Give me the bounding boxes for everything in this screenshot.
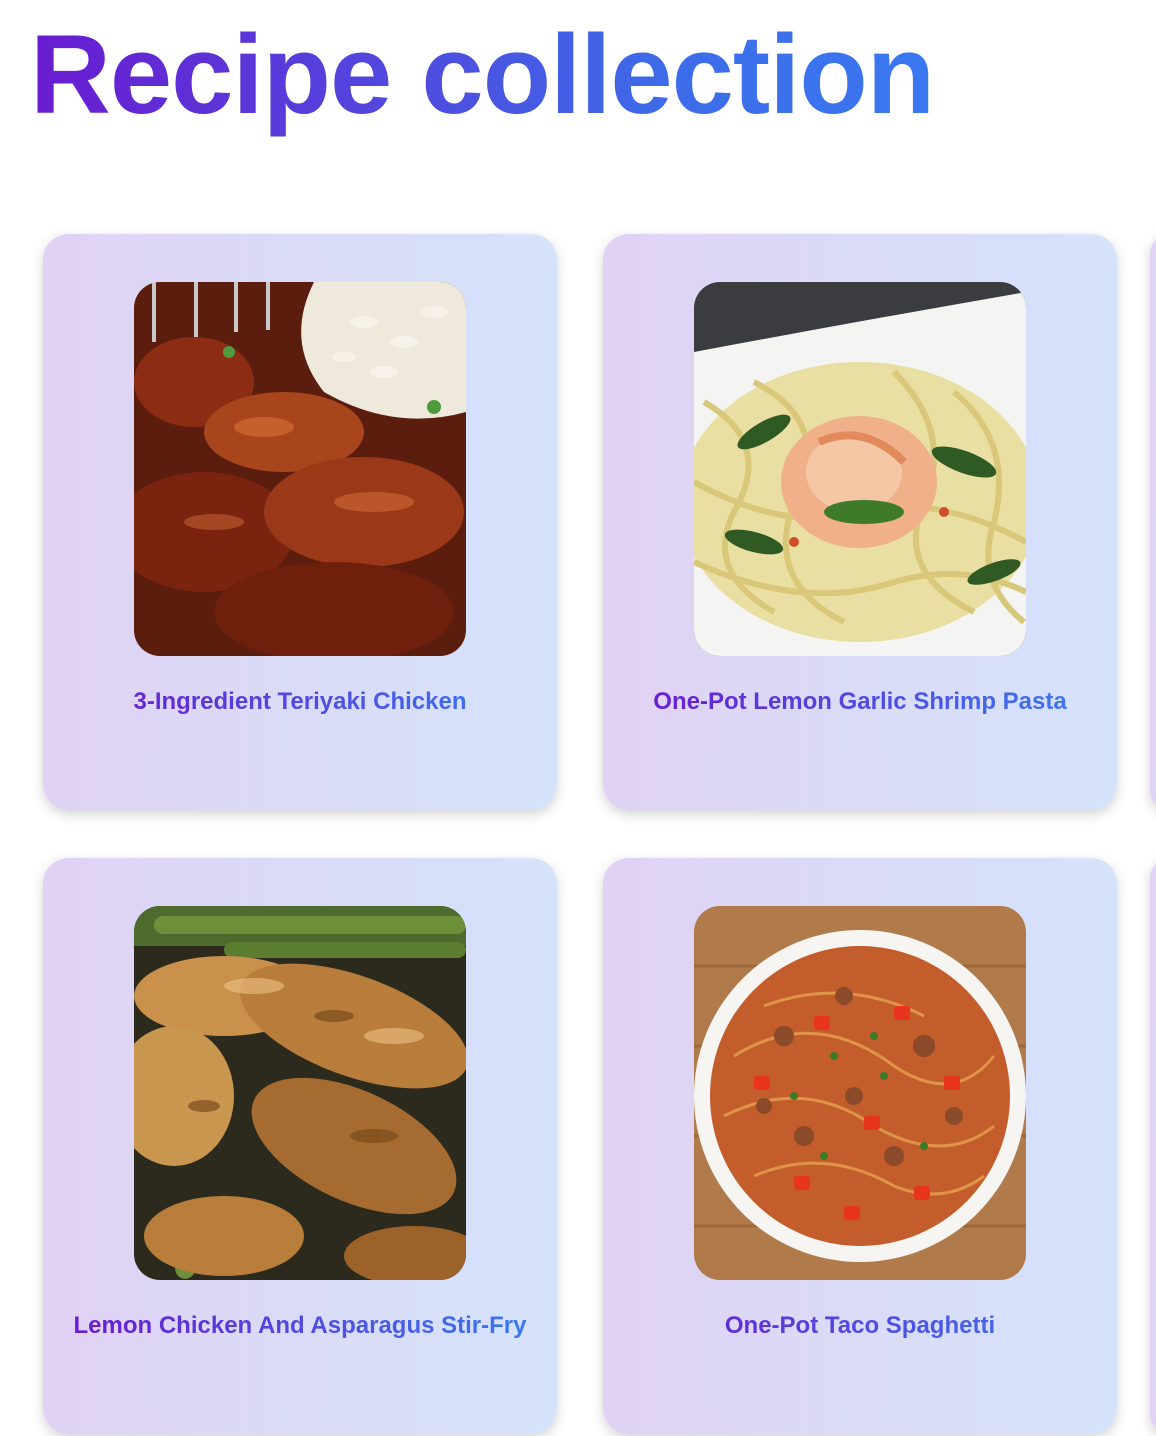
recipe-card-partial[interactable] <box>1150 234 1156 810</box>
recipe-image-chicken-asparagus[interactable] <box>134 906 466 1280</box>
recipe-image-taco-spaghetti[interactable] <box>694 906 1026 1280</box>
page-title: Recipe collection <box>30 10 935 140</box>
recipe-title[interactable]: Lemon Chicken And Asparagus Stir-Fry <box>73 1306 527 1346</box>
recipe-image-teriyaki-chicken[interactable] <box>134 282 466 656</box>
recipe-title[interactable]: 3-Ingredient Teriyaki Chicken <box>73 682 527 722</box>
recipe-image-shrimp-pasta[interactable] <box>694 282 1026 656</box>
recipe-title[interactable]: One-Pot Lemon Garlic Shrimp Pasta <box>633 682 1087 722</box>
recipe-card[interactable]: One-Pot Taco Spaghetti <box>603 858 1117 1434</box>
recipe-title[interactable]: One-Pot Taco Spaghetti <box>633 1306 1087 1346</box>
recipe-card-partial[interactable] <box>1150 858 1156 1434</box>
recipe-card[interactable]: 3-Ingredient Teriyaki Chicken <box>43 234 557 810</box>
recipe-card[interactable]: One-Pot Lemon Garlic Shrimp Pasta <box>603 234 1117 810</box>
recipe-card[interactable]: Lemon Chicken And Asparagus Stir-Fry <box>43 858 557 1434</box>
